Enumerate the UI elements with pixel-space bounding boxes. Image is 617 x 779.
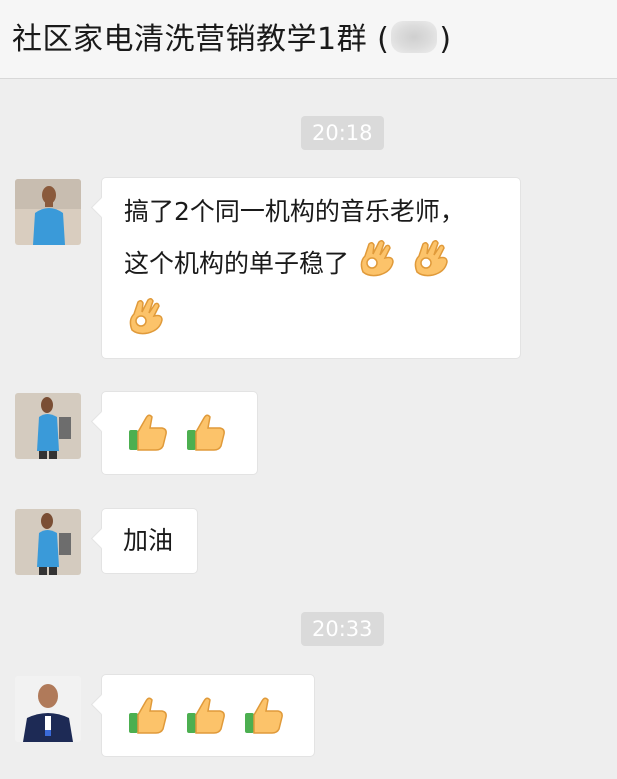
timestamp: 20:33 [301,612,384,646]
avatar-photo-icon [15,179,81,245]
thumbs-up-icon [242,693,286,741]
thumbs-up-icon [126,410,170,458]
message-text: 搞了2个同一机构的音乐老师， 这个机构的单子稳了 [102,178,520,352]
timestamp: 20:18 [301,116,384,150]
chat-title-close: ) [439,22,452,57]
avatar-photo-icon [15,393,81,459]
message-bubble[interactable]: 搞了2个同一机构的音乐老师， 这个机构的单子稳了 [101,177,521,359]
avatar[interactable] [15,676,81,742]
message-bubble[interactable]: 加油 [101,508,198,574]
thumbs-up-icon [184,410,228,458]
message-emoji-row [102,675,314,741]
message-emoji-row [102,392,257,458]
avatar[interactable] [15,509,81,575]
message-line: 这个机构的单子稳了 [124,249,350,278]
chat-header: 社区家电清洗营销教学1群 () [0,0,617,79]
message-line-with-emoji: 这个机构的单子稳了 [124,236,520,294]
thumbs-up-icon [126,693,170,741]
ok-hand-icon [124,294,166,352]
message-emoji-line [124,294,520,352]
ok-hand-icon [409,236,451,294]
message-bubble[interactable] [101,674,315,757]
avatar-photo-icon [15,509,81,575]
chat-title-text: 社区家电清洗营销教学1群 ( [12,22,390,57]
avatar-photo-icon [15,676,81,742]
ok-hand-icon [355,236,397,294]
message-bubble[interactable] [101,391,258,475]
thumbs-up-icon [184,693,228,741]
avatar[interactable] [15,393,81,459]
avatar[interactable] [15,179,81,245]
message-text: 加油 [123,526,174,555]
chat-title[interactable]: 社区家电清洗营销教学1群 () [12,14,452,58]
blurred-member-count [391,21,438,53]
message-line: 搞了2个同一机构的音乐老师， [124,197,465,226]
